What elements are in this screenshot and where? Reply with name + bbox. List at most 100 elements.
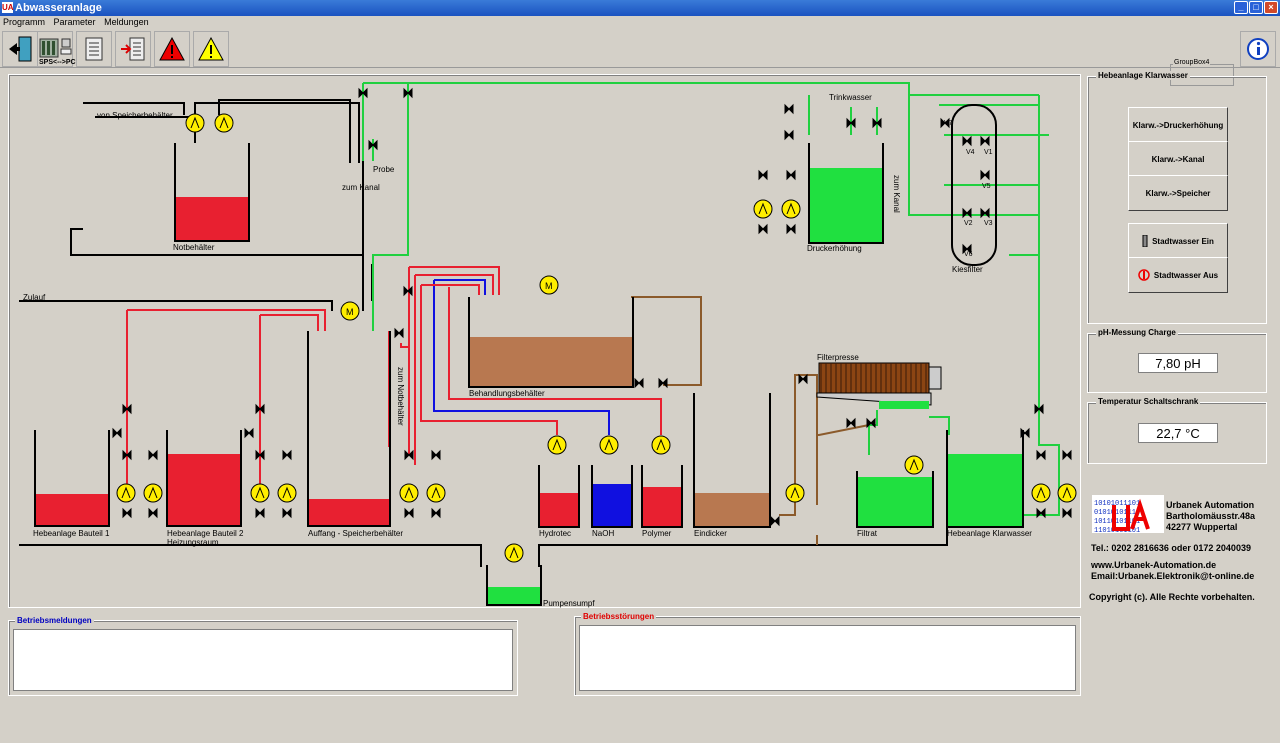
valve-icon[interactable] <box>255 403 265 415</box>
valve-icon[interactable] <box>255 507 265 519</box>
pump-icon[interactable] <box>143 483 163 503</box>
pump-icon[interactable] <box>753 199 773 219</box>
pump-icon[interactable] <box>185 113 205 133</box>
valve-icon[interactable] <box>368 139 378 151</box>
pump-icon[interactable] <box>426 483 446 503</box>
label-v1: V1 <box>984 149 993 156</box>
valve-icon[interactable] <box>403 285 413 297</box>
valve-icon[interactable] <box>786 223 796 235</box>
valve-icon[interactable] <box>658 377 668 389</box>
valve-icon[interactable] <box>122 403 132 415</box>
maximize-button[interactable]: □ <box>1249 1 1263 14</box>
menu-programm[interactable]: Programm <box>0 16 48 28</box>
valve-icon[interactable] <box>1062 507 1072 519</box>
valve-icon[interactable] <box>798 373 808 385</box>
sps-pc-button[interactable]: SPS<-->PC <box>37 31 76 67</box>
valve-icon[interactable] <box>112 427 122 439</box>
pump-icon[interactable] <box>214 113 234 133</box>
valve-icon[interactable] <box>148 449 158 461</box>
valve-icon[interactable] <box>962 207 972 219</box>
valve-icon[interactable] <box>403 87 413 99</box>
valve-icon[interactable] <box>758 223 768 235</box>
pump-icon[interactable] <box>599 435 619 455</box>
pump-icon[interactable] <box>504 543 524 563</box>
warning-button[interactable] <box>193 31 229 67</box>
valve-icon[interactable] <box>431 449 441 461</box>
pump-icon[interactable] <box>250 483 270 503</box>
valve-icon[interactable] <box>1036 449 1046 461</box>
minimize-button[interactable]: _ <box>1234 1 1248 14</box>
klarw-druckerhoehung-button[interactable]: Klarw.->Druckerhöhung <box>1128 107 1228 143</box>
company-city: 42277 Wuppertal <box>1166 522 1238 532</box>
label-naoh: NaOH <box>592 529 615 538</box>
pump-icon[interactable] <box>781 199 801 219</box>
valve-icon[interactable] <box>846 117 856 129</box>
menu-parameter[interactable]: Parameter <box>51 16 99 28</box>
label-auffang-speicherbehaelter: Auffang - Speicherbehälter <box>308 529 404 538</box>
valve-icon[interactable] <box>980 169 990 181</box>
valve-icon[interactable] <box>962 135 972 147</box>
company-web[interactable]: www.Urbanek-Automation.de <box>1091 560 1216 570</box>
menu-meldungen[interactable]: Meldungen <box>101 16 152 28</box>
close-button[interactable]: × <box>1264 1 1278 14</box>
fault-alarm-button[interactable] <box>154 31 190 67</box>
company-street: Bartholomäusstr.48a <box>1166 511 1256 521</box>
betriebsmeldungen-panel: Betriebsmeldungen <box>8 616 518 696</box>
stadtwasser-ein-label: Stadtwasser Ein <box>1152 236 1214 246</box>
label-trinkwasser: Trinkwasser <box>829 93 872 102</box>
valve-icon[interactable] <box>255 449 265 461</box>
pump-icon[interactable] <box>547 435 567 455</box>
pump-icon[interactable] <box>1057 483 1077 503</box>
valve-icon[interactable] <box>1036 507 1046 519</box>
exit-button[interactable] <box>2 31 38 67</box>
valve-icon[interactable] <box>866 417 876 429</box>
valve-icon[interactable] <box>404 449 414 461</box>
valve-icon[interactable] <box>122 507 132 519</box>
betriebsstoerungen-list[interactable] <box>579 625 1076 691</box>
pump-icon[interactable] <box>651 435 671 455</box>
stadtwasser-aus-button[interactable]: Stadtwasser Aus <box>1128 257 1228 293</box>
valve-icon[interactable] <box>1020 427 1030 439</box>
valve-icon[interactable] <box>980 135 990 147</box>
pump-icon[interactable] <box>116 483 136 503</box>
valve-icon[interactable] <box>846 417 856 429</box>
red-warning-icon <box>159 37 185 61</box>
valve-icon[interactable] <box>394 327 404 339</box>
pump-icon[interactable] <box>277 483 297 503</box>
valve-icon[interactable] <box>786 169 796 181</box>
valve-icon[interactable] <box>282 449 292 461</box>
valve-icon[interactable] <box>784 103 794 115</box>
valve-icon[interactable] <box>244 427 254 439</box>
tank-naoh <box>591 465 633 528</box>
valve-icon[interactable] <box>282 507 292 519</box>
import-button[interactable] <box>115 31 151 67</box>
label-behandlungsbehaelter: Behandlungsbehälter <box>469 389 545 398</box>
valve-icon[interactable] <box>148 507 158 519</box>
valve-icon[interactable] <box>358 87 368 99</box>
stadtwasser-ein-button[interactable]: Stadtwasser Ein <box>1128 223 1228 259</box>
company-email[interactable]: Email:Urbanek.Elektronik@t-online.de <box>1091 571 1254 581</box>
valve-icon[interactable] <box>404 507 414 519</box>
valve-icon[interactable] <box>758 169 768 181</box>
klarwasser-group-title: Hebeanlage Klarwasser <box>1096 71 1190 80</box>
pump-icon[interactable] <box>904 455 924 475</box>
klarw-kanal-button[interactable]: Klarw.->Kanal <box>1128 141 1228 177</box>
valve-icon[interactable] <box>784 129 794 141</box>
valve-icon[interactable] <box>1034 403 1044 415</box>
valve-icon[interactable] <box>980 207 990 219</box>
pump-icon[interactable] <box>399 483 419 503</box>
info-button[interactable] <box>1240 31 1276 67</box>
valve-icon[interactable] <box>770 515 780 527</box>
klarw-speicher-button[interactable]: Klarw.->Speicher <box>1128 175 1228 211</box>
valve-icon[interactable] <box>634 377 644 389</box>
valve-icon[interactable] <box>431 507 441 519</box>
label-probe: Probe <box>373 165 395 174</box>
pump-icon[interactable] <box>1031 483 1051 503</box>
valve-icon[interactable] <box>872 117 882 129</box>
valve-icon[interactable] <box>122 449 132 461</box>
betriebsmeldungen-list[interactable] <box>13 629 513 691</box>
pump-icon[interactable] <box>785 483 805 503</box>
company-logo-icon: 10101011101 01010101110 10110101101 1101… <box>1092 495 1164 533</box>
report-button[interactable] <box>76 31 112 67</box>
valve-icon[interactable] <box>1062 449 1072 461</box>
